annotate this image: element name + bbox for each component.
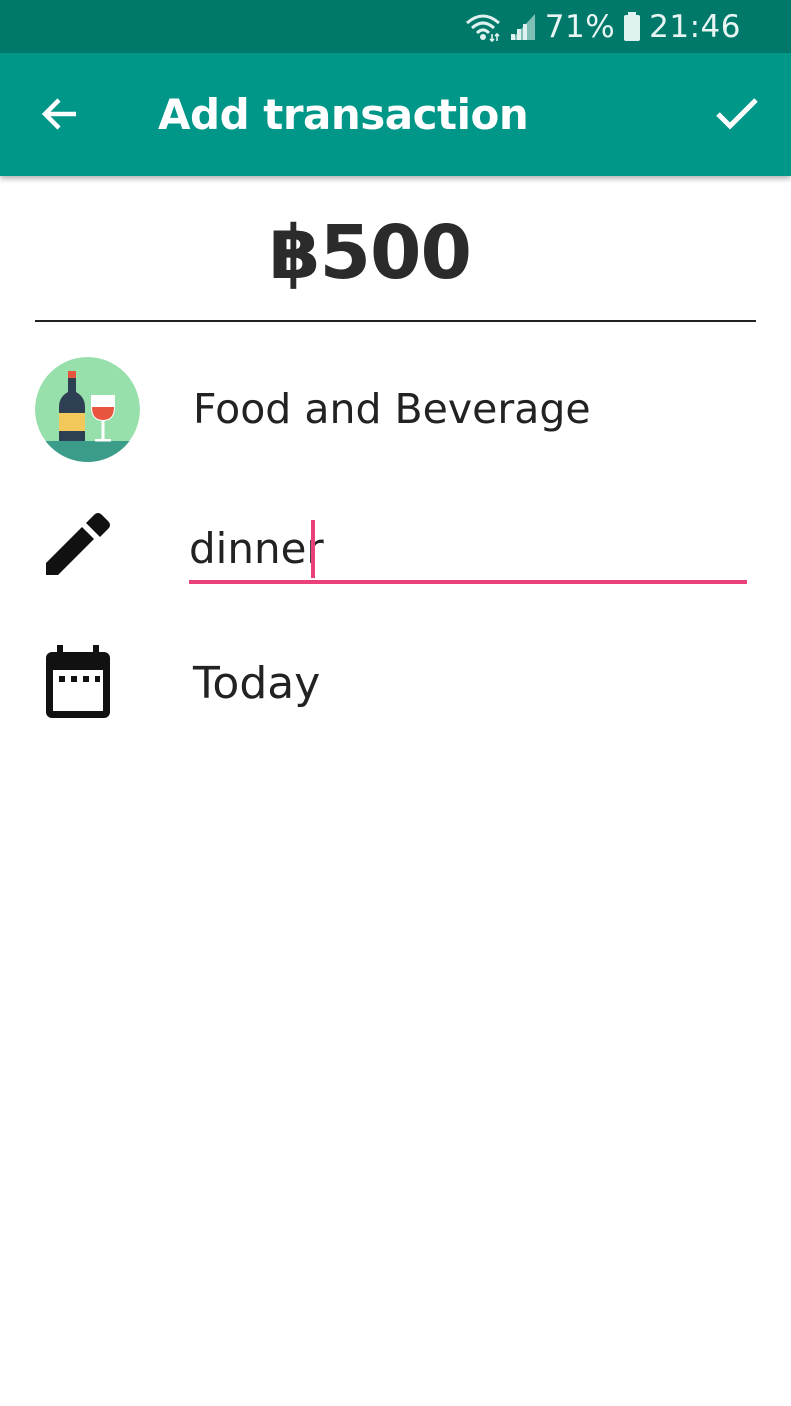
pencil-icon xyxy=(42,505,114,577)
battery-percent: 71% xyxy=(544,8,616,45)
date-label[interactable]: Today xyxy=(193,658,320,709)
page-title: Add transaction xyxy=(158,90,529,139)
add-transaction-screen: 71% 21:46 Add transaction ฿500 Food and … xyxy=(0,0,791,1406)
amount-divider xyxy=(35,320,756,322)
category-avatar[interactable] xyxy=(35,357,140,462)
wine-bottle-glass-icon xyxy=(35,357,140,462)
text-cursor xyxy=(311,520,315,578)
amount-display[interactable]: ฿500 xyxy=(0,208,740,298)
wifi-icon xyxy=(465,12,501,42)
calendar-icon xyxy=(44,645,112,720)
app-bar: Add transaction xyxy=(0,53,791,176)
arrow-back-icon xyxy=(41,98,76,130)
signal-icon xyxy=(509,12,537,42)
status-time: 21:46 xyxy=(649,8,741,45)
back-button[interactable] xyxy=(30,84,90,144)
status-icons: 71% 21:46 xyxy=(465,0,741,53)
battery-icon xyxy=(623,11,641,42)
save-button[interactable] xyxy=(707,84,767,144)
status-bar: 71% 21:46 xyxy=(0,0,791,53)
check-icon xyxy=(716,98,758,130)
note-input[interactable] xyxy=(189,516,747,584)
category-label[interactable]: Food and Beverage xyxy=(193,385,591,433)
